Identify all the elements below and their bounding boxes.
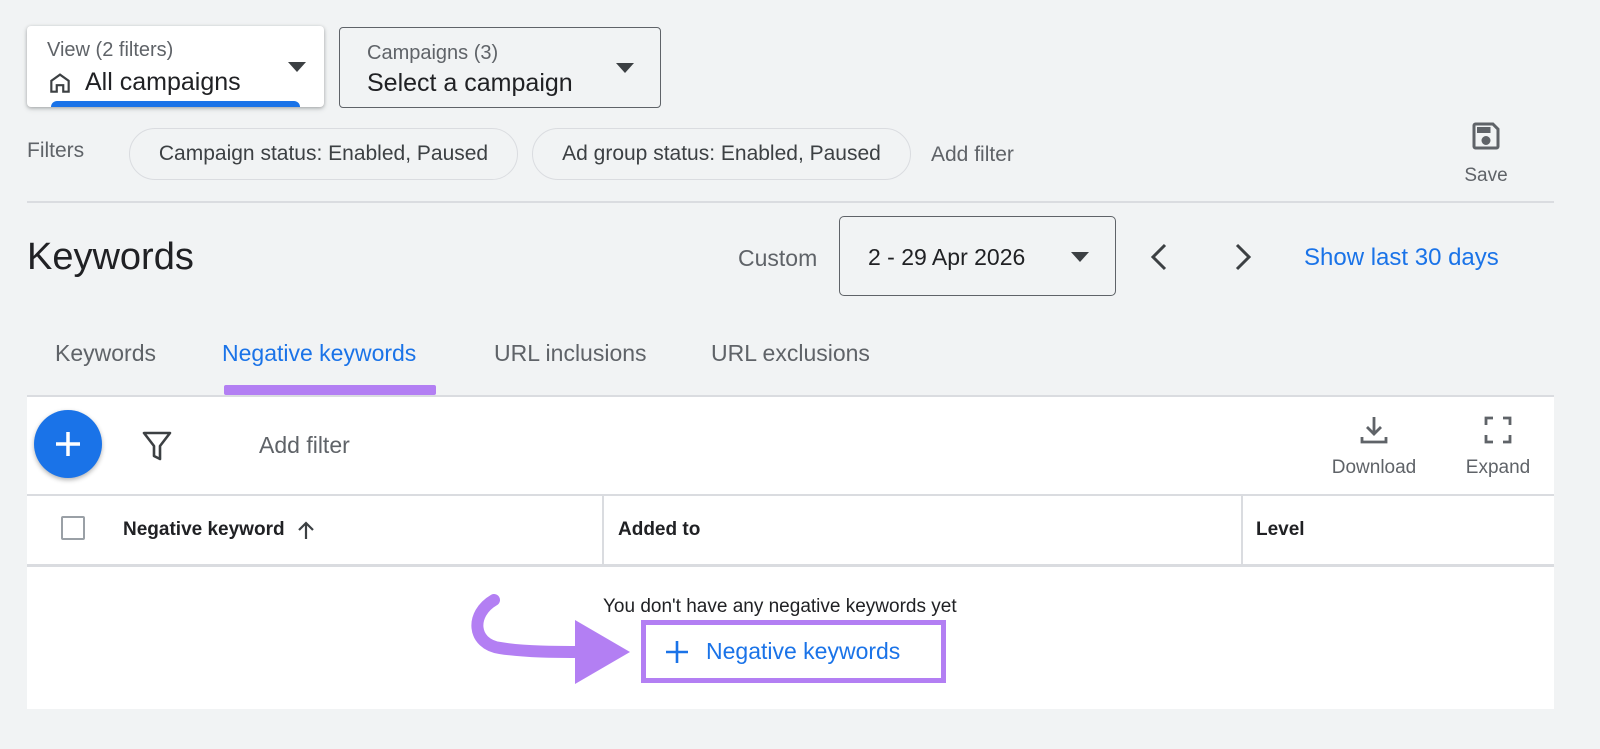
date-range-picker[interactable]: 2 - 29 Apr 2026 — [839, 216, 1116, 296]
date-preset-label: Custom — [738, 245, 818, 271]
divider — [27, 494, 1554, 496]
chevron-left-icon[interactable] — [1147, 242, 1173, 272]
campaign-selector[interactable]: Campaigns (3) Select a campaign — [339, 27, 661, 108]
plus-icon — [666, 640, 688, 663]
add-filter-link[interactable]: Add filter — [931, 143, 1014, 167]
plus-icon — [56, 432, 80, 456]
filters-label: Filters — [27, 139, 85, 162]
arrow-up-icon — [297, 521, 314, 539]
view-active-bar — [51, 101, 300, 107]
add-negative-keywords-button[interactable]: Negative keywords — [641, 620, 946, 683]
tab-keywords[interactable]: Keywords — [55, 340, 156, 367]
column-separator — [602, 494, 604, 565]
filter-icon[interactable] — [142, 430, 172, 462]
chevron-down-icon — [288, 62, 306, 72]
date-range-value: 2 - 29 Apr 2026 — [868, 244, 1026, 270]
tab-url-exclusions[interactable]: URL exclusions — [711, 340, 870, 367]
divider — [27, 201, 1554, 203]
campaign-value: Select a campaign — [367, 69, 573, 97]
column-header-added-to[interactable]: Added to — [618, 519, 700, 541]
filter-chip-ad-group-status[interactable]: Ad group status: Enabled, Paused — [532, 128, 911, 180]
view-value: All campaigns — [47, 68, 241, 97]
save-button[interactable]: Save — [1450, 118, 1522, 187]
chevron-right-icon[interactable] — [1229, 242, 1255, 272]
download-button[interactable]: Download — [1320, 414, 1428, 479]
column-header-label: Negative keyword — [123, 519, 285, 540]
tab-negative-keywords[interactable]: Negative keywords — [222, 340, 416, 367]
view-label: View (2 filters) — [47, 39, 174, 61]
active-tab-underline — [224, 385, 436, 395]
fullscreen-icon — [1484, 416, 1512, 444]
download-label: Download — [1331, 457, 1417, 478]
save-icon — [1472, 122, 1500, 150]
select-all-checkbox[interactable] — [61, 516, 85, 540]
pointer-arrow-icon — [471, 594, 630, 684]
add-button[interactable] — [34, 410, 102, 478]
view-selector[interactable]: View (2 filters) All campaigns — [27, 26, 324, 107]
empty-state-message: You don't have any negative keywords yet — [603, 596, 957, 617]
column-header-negative-keyword[interactable]: Negative keyword — [123, 519, 315, 541]
save-label: Save — [1464, 165, 1508, 186]
add-negative-keywords-label: Negative keywords — [706, 638, 901, 664]
chevron-down-icon — [1071, 252, 1089, 262]
expand-button[interactable]: Expand — [1458, 414, 1538, 479]
tab-url-inclusions[interactable]: URL inclusions — [494, 340, 647, 367]
campaign-label: Campaigns (3) — [367, 42, 499, 64]
chevron-down-icon — [616, 63, 634, 73]
home-icon — [50, 72, 70, 93]
add-filter-button[interactable]: Add filter — [259, 432, 350, 459]
column-separator — [1241, 494, 1243, 565]
filter-chip-campaign-status[interactable]: Campaign status: Enabled, Paused — [129, 128, 518, 180]
view-value-text: All campaigns — [85, 68, 241, 96]
download-icon — [1360, 417, 1388, 444]
expand-label: Expand — [1465, 457, 1531, 478]
page-title: Keywords — [27, 236, 194, 278]
divider — [27, 564, 1554, 567]
show-last-30-days-link[interactable]: Show last 30 days — [1304, 244, 1499, 272]
column-header-level[interactable]: Level — [1256, 519, 1305, 541]
